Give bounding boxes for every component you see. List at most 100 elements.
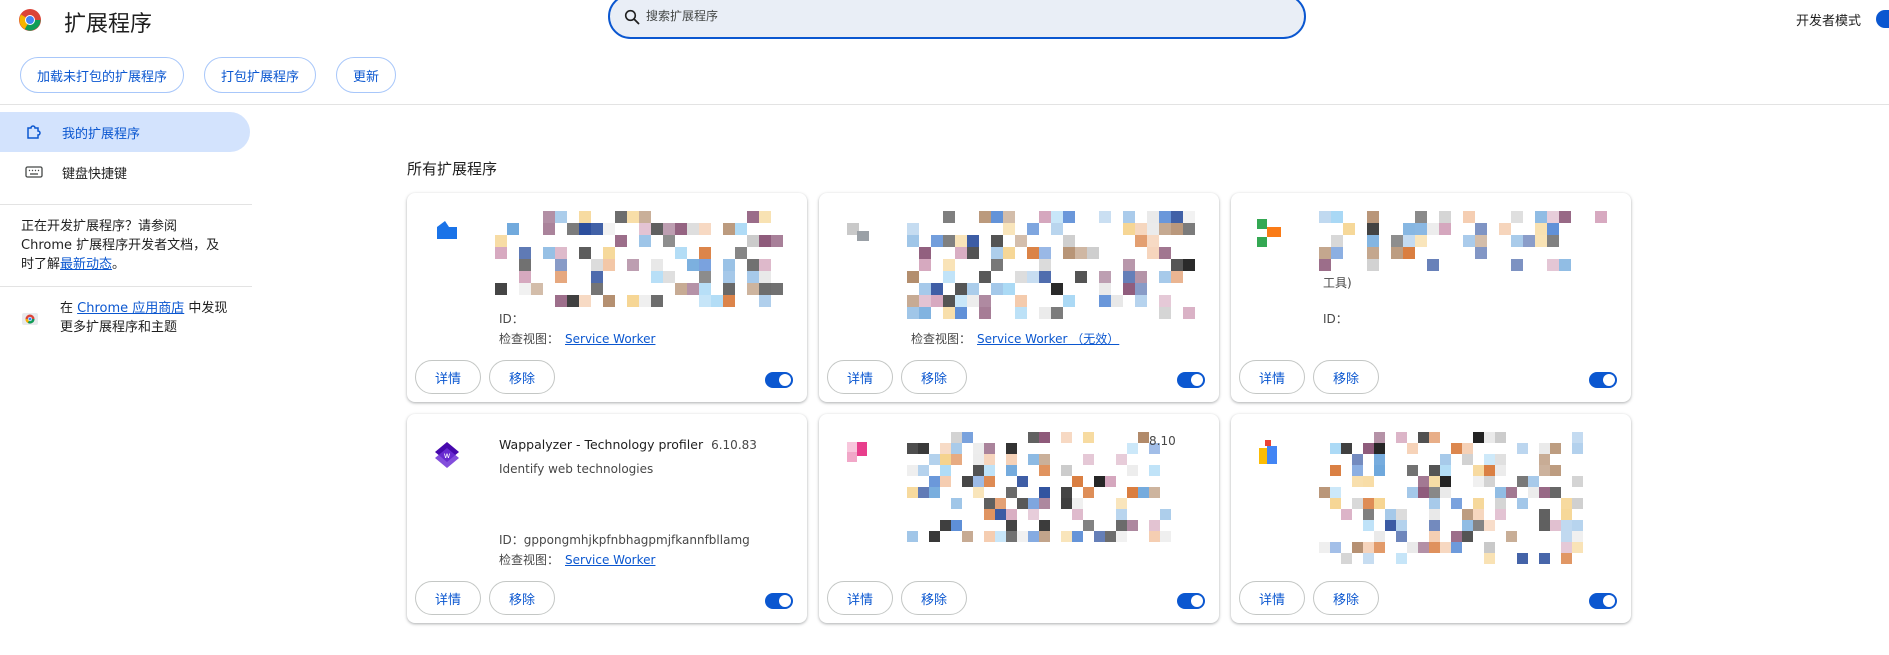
details-button[interactable]: 详情 [415,581,481,615]
details-button[interactable]: 详情 [1239,581,1305,615]
redaction-pixel [995,465,1006,476]
redaction-pixel [627,223,639,235]
enable-toggle[interactable] [765,593,793,609]
redaction-pixel [675,223,687,235]
redaction-pixel [1330,487,1341,498]
redaction-pixel [951,465,962,476]
redaction-pixel [1050,531,1061,542]
redaction-pixel [907,454,918,465]
redaction-pixel [1319,531,1330,542]
chrome-webstore-icon [22,313,38,325]
redaction-pixel [615,271,627,283]
header: 扩展程序 开发者模式 [0,0,1889,40]
redaction-pixel [1595,223,1607,235]
redaction-pixel [1440,531,1451,542]
redaction-pixel [1147,307,1159,319]
service-worker-link[interactable]: Service Worker [565,553,655,567]
redaction-pixel [1363,454,1374,465]
redaction-pixel [1547,211,1559,223]
redaction-pixel [1363,553,1374,564]
details-button[interactable]: 详情 [1239,360,1305,394]
update-button[interactable]: 更新 [336,57,397,93]
redaction-pixel [543,295,555,307]
redaction-pixel [1528,509,1539,520]
wappalyzer-icon: w [435,442,459,468]
redaction-pixel [995,454,1006,465]
redaction-pixel [687,271,699,283]
enable-toggle[interactable] [1589,372,1617,388]
redaction-pixel [1374,443,1385,454]
extension-id: ID： [1323,312,1348,326]
redaction-pixel [507,259,519,271]
load-unpacked-button[interactable]: 加载未打包的扩展程序 [20,57,185,93]
redaction-pixel [615,211,627,223]
redaction-pixel [1484,509,1495,520]
redaction-pixel [1135,211,1147,223]
sidebar-item-my-extensions[interactable]: 我的扩展程序 [0,112,250,152]
redaction-pixel [1050,465,1061,476]
redaction-pixel [1017,509,1028,520]
dev-mode-toggle[interactable] [1876,10,1889,28]
remove-button[interactable]: 移除 [901,360,967,394]
remove-button[interactable]: 移除 [489,581,555,615]
redaction-pixel [931,223,943,235]
enable-toggle[interactable] [765,372,793,388]
redaction-pixel [1147,259,1159,271]
search-input[interactable] [646,6,1266,26]
redaction-pixel [1149,509,1160,520]
redaction-pixel [1484,531,1495,542]
redaction-pixel [1171,235,1183,247]
redaction-pixel [1572,520,1583,531]
enable-toggle[interactable] [1177,593,1205,609]
redaction-pixel [651,223,663,235]
redaction-pixel [627,247,639,259]
redaction-pixel [699,223,711,235]
redaction-pixel [1075,307,1087,319]
search-box[interactable] [608,0,1306,39]
redaction-pixel [1547,223,1559,235]
redaction-pixel [495,235,507,247]
service-worker-link[interactable]: Service Worker （无效） [977,332,1119,346]
redaction-pixel [627,259,639,271]
redaction-pixel [931,235,943,247]
remove-button[interactable]: 移除 [1313,360,1379,394]
pack-extension-button[interactable]: 打包扩展程序 [204,57,317,93]
sidebar-item-keyboard-shortcuts[interactable]: 键盘快捷键 [0,152,252,192]
redaction-pixel [1511,247,1523,259]
details-button[interactable]: 详情 [827,581,893,615]
redaction-pixel [1039,283,1051,295]
redaction-pixel [723,283,735,295]
chrome-webstore-link[interactable]: Chrome 应用商店 [77,301,184,316]
service-worker-link[interactable]: Service Worker [565,332,655,346]
redaction-pixel [1039,295,1051,307]
redaction-pixel [1561,476,1572,487]
redaction-pixel [1517,487,1528,498]
latest-news-link[interactable]: 最新动态 [60,257,112,272]
redaction-pixel [1418,476,1429,487]
redaction-pixel [1391,235,1403,247]
redaction-pixel [1341,432,1352,443]
redaction-pixel [759,283,771,295]
details-button[interactable]: 详情 [827,360,893,394]
redaction-pixel [519,271,531,283]
redaction-pixel [1072,520,1083,531]
remove-button[interactable]: 移除 [489,360,555,394]
redaction-pixel [1374,487,1385,498]
redaction-pixel [519,247,531,259]
redaction-pixel [1135,307,1147,319]
enable-toggle[interactable] [1589,593,1617,609]
redaction-pixel [1429,476,1440,487]
redaction-pixel [1517,531,1528,542]
details-button[interactable]: 详情 [415,360,481,394]
redaction-pixel [1451,498,1462,509]
remove-button[interactable]: 移除 [901,581,967,615]
enable-toggle[interactable] [1177,372,1205,388]
redaction-pixel [759,247,771,259]
redaction-pixel [1440,443,1451,454]
inspect-views: 检查视图： Service Worker （无效） [911,332,1120,346]
remove-button[interactable]: 移除 [1313,581,1379,615]
redaction-pixel [1462,487,1473,498]
redaction-pixel [1363,542,1374,553]
redaction-pixel [1484,498,1495,509]
redaction-pixel [519,283,531,295]
